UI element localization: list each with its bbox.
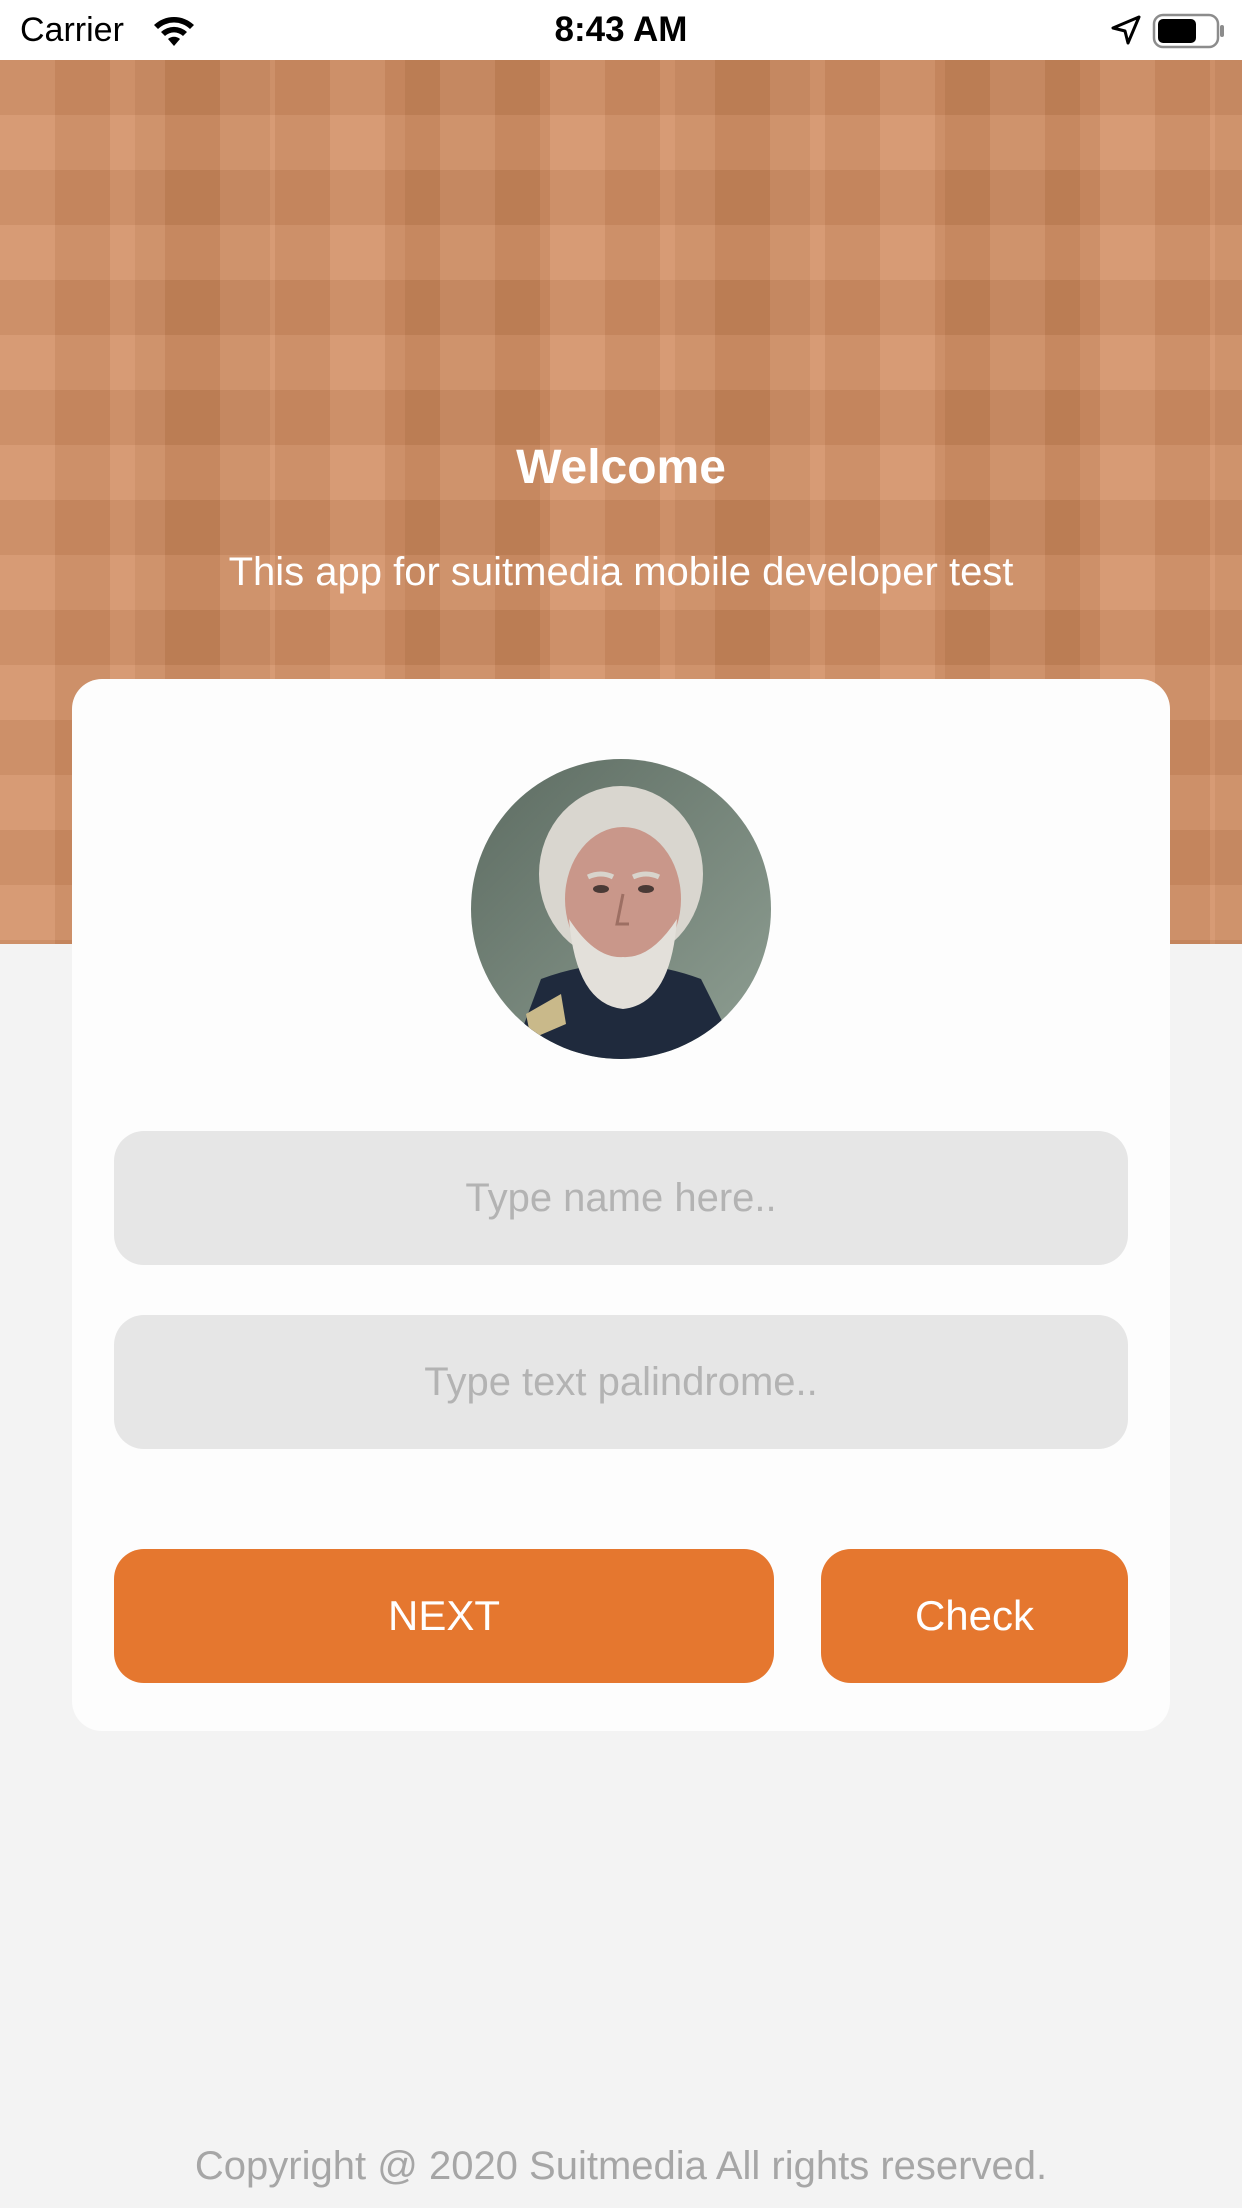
status-time: 8:43 AM — [554, 10, 688, 49]
status-bar: Carrier 8:43 AM — [0, 0, 1242, 60]
palindrome-input[interactable] — [114, 1315, 1128, 1449]
avatar[interactable] — [471, 759, 771, 1059]
user-avatar-photo — [471, 759, 771, 1059]
battery-icon — [1152, 13, 1224, 49]
location-arrow-icon — [1111, 15, 1141, 45]
copyright-text: Copyright @ 2020 Suitmedia All rights re… — [194, 2144, 1048, 2188]
next-button[interactable]: NEXT — [114, 1549, 774, 1683]
welcome-title: Welcome — [516, 441, 726, 494]
welcome-subtitle: This app for suitmedia mobile developer … — [228, 550, 1014, 594]
login-card: NEXT Check — [72, 679, 1170, 1731]
name-input[interactable] — [114, 1131, 1128, 1265]
check-button[interactable]: Check — [821, 1549, 1128, 1683]
